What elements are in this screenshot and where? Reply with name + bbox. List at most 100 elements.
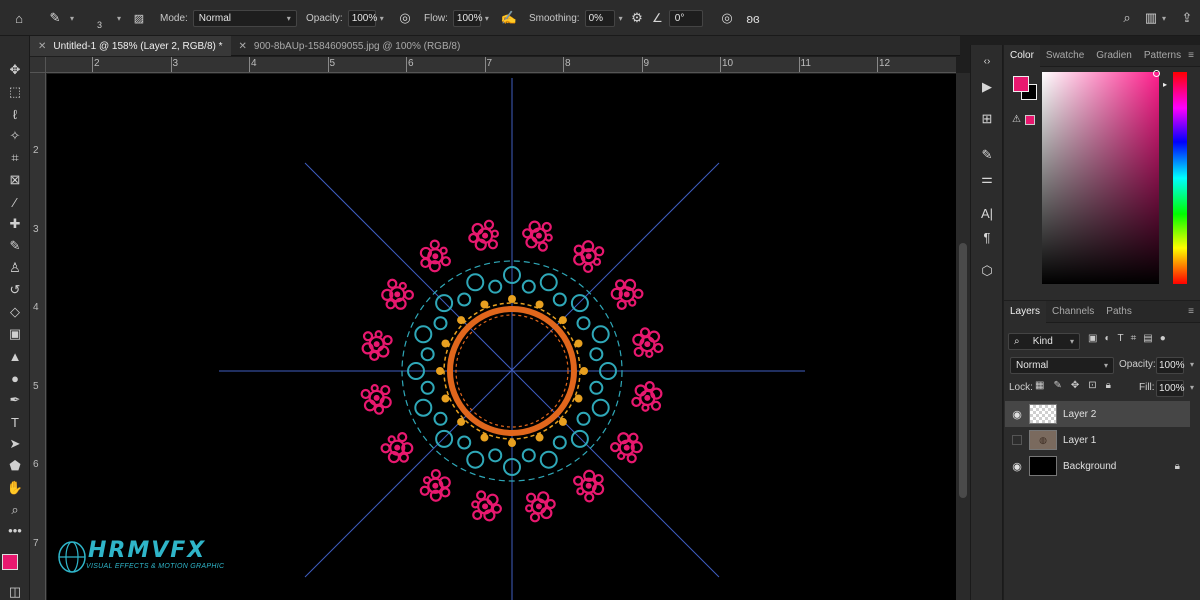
fill-input[interactable]: 100% <box>1156 380 1185 397</box>
panel-menu-icon[interactable]: ≡ <box>1188 50 1194 61</box>
hue-slider-arrow[interactable]: ▸ <box>1163 80 1167 89</box>
stamp-tool-icon[interactable]: ♙ <box>4 258 26 278</box>
panel-foreground-swatch[interactable] <box>1013 76 1029 92</box>
teal-scroll <box>552 292 567 307</box>
crop-tool-icon[interactable]: ⌗ <box>4 148 26 168</box>
blend-mode-select[interactable]: Normal ▾ <box>1010 357 1114 374</box>
healing-tool-icon[interactable]: ✚ <box>4 214 26 234</box>
more-tools-icon[interactable]: ••• <box>4 520 26 540</box>
hand-tool-icon[interactable]: ✋ <box>4 478 26 498</box>
type-tool-icon[interactable]: T <box>4 412 26 432</box>
pink-petal <box>644 381 655 392</box>
chevron-down-icon[interactable]: ▾ <box>380 14 384 23</box>
pressure-size-icon[interactable]: ◎ <box>716 7 738 29</box>
tab-channels[interactable]: Channels <box>1046 301 1100 323</box>
adjustments-icon[interactable]: ⚌ <box>977 169 997 189</box>
tab-paths[interactable]: Paths <box>1100 301 1138 323</box>
visibility-eye-icon[interactable]: ◉ <box>1005 460 1029 473</box>
vertical-scrollbar[interactable] <box>956 73 970 600</box>
flow-input[interactable]: 100% <box>452 9 482 27</box>
opacity-input[interactable]: 100% <box>347 9 377 27</box>
chevron-down-icon[interactable]: ▾ <box>70 14 74 23</box>
chevron-down-icon[interactable]: ▾ <box>117 14 121 23</box>
lock-artboard-icon[interactable]: ⊡ <box>1088 380 1096 391</box>
quick-mask-icon[interactable]: ◫ <box>4 582 26 600</box>
canvas[interactable] <box>47 74 956 600</box>
filter-type-icon[interactable]: T <box>1118 333 1124 344</box>
gear-icon[interactable]: ⚙ <box>626 7 648 29</box>
chevron-down-icon[interactable]: ▾ <box>619 14 623 23</box>
gamut-swatch[interactable] <box>1025 115 1035 125</box>
foreground-color-swatch[interactable] <box>2 554 18 570</box>
magic-wand-tool-icon[interactable]: ✧ <box>4 126 26 146</box>
visibility-eye-icon[interactable]: ◉ <box>1005 408 1029 421</box>
angle-input[interactable]: 0° <box>668 9 703 27</box>
tab-layers[interactable]: Layers <box>1004 300 1047 323</box>
mode-select[interactable]: Normal ▾ <box>192 9 297 27</box>
layer-opacity-input[interactable]: 100% <box>1156 357 1185 374</box>
filter-adjustment-icon[interactable]: ◐ <box>1104 333 1110 344</box>
eraser-tool-icon[interactable]: ◇ <box>4 302 26 322</box>
airbrush-icon[interactable]: ✍ <box>498 7 520 29</box>
filter-toggle-icon[interactable]: ● <box>1160 333 1166 344</box>
visibility-toggle-empty[interactable] <box>1012 435 1022 445</box>
path-selection-tool-icon[interactable]: ➤ <box>4 434 26 454</box>
lasso-tool-icon[interactable]: ℓ <box>4 104 26 124</box>
pen-tool-icon[interactable]: ✒ <box>4 390 26 410</box>
dodge-tool-icon[interactable]: ● <box>4 368 26 388</box>
libraries-icon[interactable]: ⊞ <box>977 109 997 129</box>
close-icon[interactable]: ✕ <box>239 41 247 52</box>
chevron-down-icon[interactable]: ▾ <box>485 14 489 23</box>
tab-swatches[interactable]: Swatche <box>1040 45 1090 67</box>
scroll-thumb[interactable] <box>959 243 967 498</box>
tab-gradients[interactable]: Gradien <box>1090 45 1138 67</box>
zoom-tool-icon[interactable]: ⌕ <box>4 500 26 520</box>
smoothing-input[interactable]: 0% <box>584 9 615 27</box>
paragraph-icon[interactable]: ¶ <box>977 227 997 247</box>
close-icon[interactable]: ✕ <box>38 41 46 52</box>
chevron-down-icon[interactable]: ▾ <box>1190 360 1194 369</box>
marquee-tool-icon[interactable]: ⬚ <box>4 82 26 102</box>
shape-tool-icon[interactable]: ⬟ <box>4 456 26 476</box>
chevron-down-icon[interactable]: ▾ <box>1190 383 1194 392</box>
panel-menu-icon[interactable]: ≡ <box>1188 306 1194 317</box>
chevron-down-icon[interactable]: ▾ <box>1162 14 1166 23</box>
layer-row-layer-1[interactable]: ◍ Layer 1 <box>1005 427 1190 453</box>
pressure-opacity-icon[interactable]: ◎ <box>394 7 416 29</box>
home-icon[interactable]: ⌂ <box>8 7 30 29</box>
layer-filter-select[interactable]: ⌕ Kind ▾ <box>1008 333 1080 350</box>
brush-settings-icon[interactable]: ▨ <box>128 7 150 29</box>
move-tool-icon[interactable]: ✥ <box>4 60 26 80</box>
tab-color[interactable]: Color <box>1004 44 1040 67</box>
frame-tool-icon[interactable]: ⊠ <box>4 170 26 190</box>
eyedropper-tool-icon[interactable]: ⁄ <box>4 192 26 212</box>
filter-smart-object-icon[interactable]: ▤ <box>1143 333 1152 344</box>
lock-transparency-icon[interactable]: ▦ <box>1035 380 1044 391</box>
symmetry-icon[interactable]: ʚɞ <box>742 7 764 29</box>
blur-tool-icon[interactable]: ▲ <box>4 346 26 366</box>
layer-row-background[interactable]: ◉ Background 🔒︎ <box>1005 453 1190 479</box>
search-icon[interactable]: ⌕ <box>1116 7 1138 29</box>
brush-preset-icon[interactable]: ✎ <box>44 7 66 29</box>
gradient-tool-icon[interactable]: ▣ <box>4 324 26 344</box>
history-brush-tool-icon[interactable]: ↺ <box>4 280 26 300</box>
brush-panel-icon[interactable]: ✎ <box>977 145 997 165</box>
share-icon[interactable]: ⇪ <box>1176 7 1198 29</box>
color-field[interactable] <box>1042 72 1159 284</box>
tab-image-file[interactable]: ✕ 900-8bAUp-1584609055.jpg @ 100% (RGB/8… <box>231 36 469 56</box>
lock-all-icon[interactable]: 🔒︎ <box>1106 380 1111 391</box>
layer-row-layer-2[interactable]: ◉ Layer 2 <box>1005 401 1190 427</box>
teal-scroll <box>576 411 591 426</box>
brush-tool-icon[interactable]: ✎ <box>4 236 26 256</box>
3d-icon[interactable]: ⬡ <box>977 261 997 281</box>
play-icon[interactable]: ▶ <box>977 77 997 97</box>
lock-pixels-icon[interactable]: ✎ <box>1053 380 1061 391</box>
lock-position-icon[interactable]: ✥ <box>1071 380 1079 391</box>
tab-untitled-1[interactable]: ✕ Untitled-1 @ 158% (Layer 2, RGB/8) * <box>30 36 231 56</box>
collapse-icon[interactable]: ‹› <box>977 51 997 71</box>
filter-shape-icon[interactable]: ⌗ <box>1131 333 1137 344</box>
filter-image-icon[interactable]: ▣ <box>1088 333 1097 344</box>
tab-patterns[interactable]: Patterns <box>1138 45 1187 67</box>
hue-slider[interactable] <box>1173 72 1187 284</box>
character-icon[interactable]: A| <box>977 203 997 223</box>
